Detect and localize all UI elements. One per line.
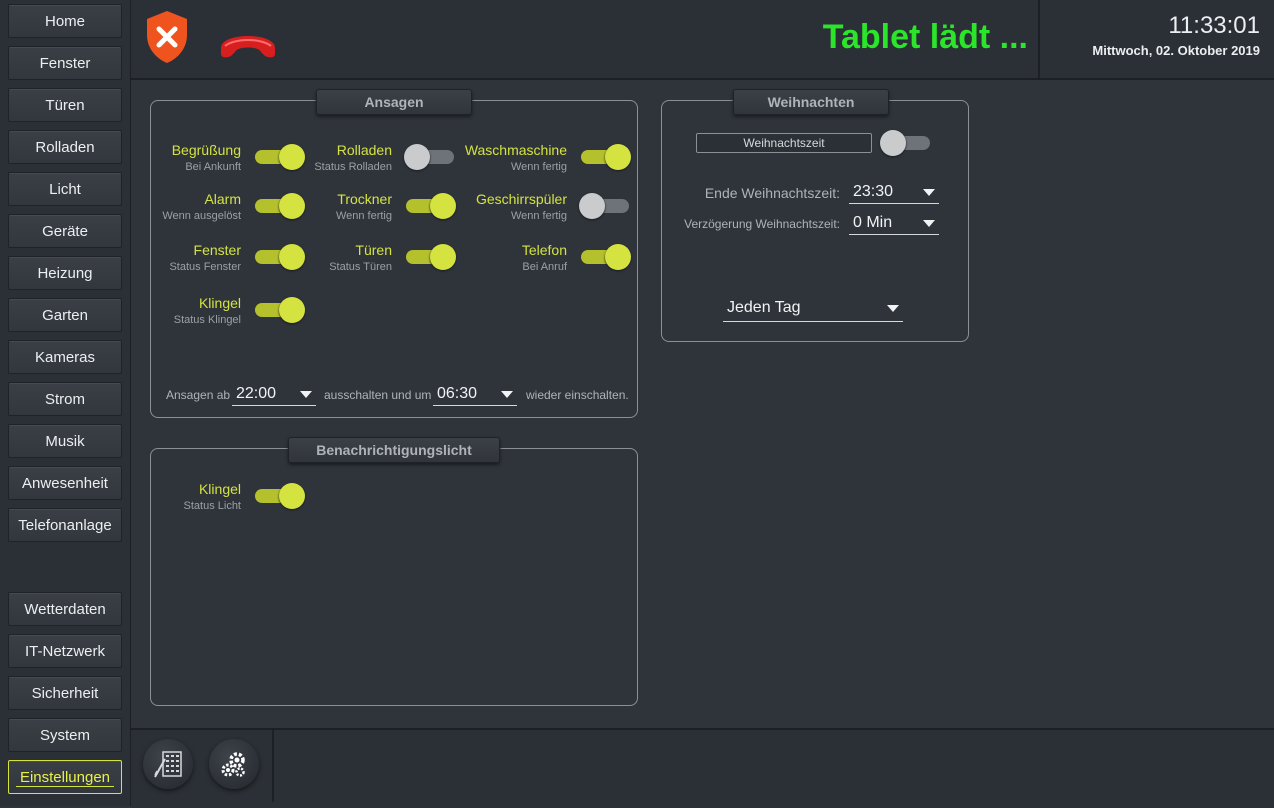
toggle-label-tueren: Türen Status Türen — [232, 242, 392, 273]
footer-divider — [272, 730, 274, 802]
toggle-waschmaschine[interactable] — [581, 144, 631, 170]
toggle-sub: Status Licht — [183, 500, 241, 512]
toggle-telefon[interactable] — [581, 244, 631, 270]
toggle-geschirrspueler[interactable] — [579, 193, 629, 219]
toggle-klingel[interactable] — [255, 297, 305, 323]
toggle-sub: Wenn fertig — [335, 210, 392, 222]
toggle-sub: Status Rolladen — [314, 161, 392, 173]
clock-time: 11:33:01 — [1168, 12, 1260, 39]
toggle-title: Telefon — [521, 242, 567, 258]
toggle-label-alarm: Alarm Wenn ausgelöst — [81, 191, 241, 222]
toggle-title: Klingel — [198, 295, 241, 311]
keypad-icon — [153, 749, 183, 784]
toggle-sub: Wenn ausgelöst — [162, 210, 241, 222]
shield-x-icon[interactable] — [143, 9, 191, 70]
chevron-down-icon — [887, 305, 899, 312]
toggle-title: Klingel — [198, 481, 241, 497]
toggle-label-begruessung: Begrüßung Bei Ankunft — [81, 142, 241, 173]
toggle-sub: Wenn fertig — [510, 161, 567, 173]
nav-home[interactable]: Home — [8, 4, 122, 38]
keypad-button[interactable] — [143, 739, 193, 789]
chevron-down-icon — [300, 391, 312, 398]
verzoegerung-value: 0 Min — [853, 214, 893, 231]
clock-box: 11:33:01 Mittwoch, 02. Oktober 2019 — [1038, 0, 1274, 78]
nav-it-netzwerk[interactable]: IT-Netzwerk — [8, 634, 122, 668]
weihnachten-title: Weihnachten — [733, 89, 889, 115]
weihnachtszeit-label: Weihnachtszeit — [696, 133, 872, 153]
nav-strom[interactable]: Strom — [8, 382, 122, 416]
toggle-sub: Status Türen — [329, 261, 392, 273]
toggle-title: Waschmaschine — [464, 142, 567, 158]
settings-button[interactable] — [209, 739, 259, 789]
toggle-title: Fenster — [193, 242, 241, 258]
toggle-label-rolladen: Rolladen Status Rolladen — [232, 142, 392, 173]
nav-kameras[interactable]: Kameras — [8, 340, 122, 374]
toggle-title: Rolladen — [336, 142, 392, 158]
nav-system[interactable]: System — [8, 718, 122, 752]
toggle-sub: Bei Anruf — [522, 261, 567, 273]
nav-sicherheit[interactable]: Sicherheit — [8, 676, 122, 710]
toggle-sub: Status Klingel — [173, 314, 241, 326]
schedule-from-value: 22:00 — [236, 385, 277, 402]
nav-fenster[interactable]: Fenster — [8, 46, 122, 80]
ende-select[interactable]: 23:30 — [849, 181, 939, 204]
sidebar: Home Fenster Türen Rolladen Licht Geräte… — [0, 0, 131, 806]
benachrichtigung-title: Benachrichtigungslicht — [288, 437, 500, 463]
tage-select[interactable]: Jeden Tag — [723, 297, 903, 322]
nav-einstellungen-label: Einstellungen — [15, 769, 115, 787]
nav-telefonanlage[interactable]: Telefonanlage — [8, 508, 122, 542]
schedule-to-value: 06:30 — [437, 385, 478, 402]
toggle-label-telefon: Telefon Bei Anruf — [407, 242, 567, 273]
toggle-label-waschmaschine: Waschmaschine Wenn fertig — [407, 142, 567, 173]
chevron-down-icon — [923, 220, 935, 227]
clock-date: Mittwoch, 02. Oktober 2019 — [1092, 43, 1260, 58]
verzoegerung-select[interactable]: 0 Min — [849, 212, 939, 235]
nav-wetterdaten[interactable]: Wetterdaten — [8, 592, 122, 626]
chevron-down-icon — [923, 189, 935, 196]
toggle-title: Türen — [355, 242, 392, 258]
toggle-label-geschirrspueler: Geschirrspüler Wenn fertig — [407, 191, 567, 222]
footer — [131, 728, 1274, 808]
chevron-down-icon — [501, 391, 513, 398]
toggle-title: Begrüßung — [171, 142, 241, 158]
toggle-label-trockner: Trockner Wenn fertig — [232, 191, 392, 222]
schedule-from-select[interactable]: 22:00 — [232, 383, 316, 406]
toggle-title: Geschirrspüler — [475, 191, 567, 207]
toggle-sub: Bei Ankunft — [185, 161, 241, 173]
benachrichtigung-panel: Benachrichtigungslicht Klingel Status Lic… — [150, 437, 638, 706]
toggle-label-fenster: Fenster Status Fenster — [81, 242, 241, 273]
toggle-weihnachtszeit[interactable] — [880, 130, 930, 156]
schedule-prefix: Ansagen ab — [166, 388, 231, 402]
verzoegerung-label: Verzögerung Weihnachtszeit: — [684, 217, 840, 231]
toggle-title: Alarm — [204, 191, 241, 207]
nav-tueren[interactable]: Türen — [8, 88, 122, 122]
ansagen-title: Ansagen — [316, 89, 472, 115]
gears-icon — [219, 749, 249, 784]
toggle-title: Trockner — [337, 191, 392, 207]
ende-label: Ende Weihnachtszeit: — [704, 185, 840, 201]
toggle-label-klingel-licht: Klingel Status Licht — [81, 481, 241, 512]
header: Tablet lädt ... 11:33:01 Mittwoch, 02. O… — [131, 0, 1274, 80]
tage-value: Jeden Tag — [727, 299, 801, 316]
weihnachten-panel: Weihnachten Weihnachtszeit Ende Weihnach… — [661, 89, 969, 342]
schedule-to-select[interactable]: 06:30 — [433, 383, 517, 406]
toggle-sub: Wenn fertig — [510, 210, 567, 222]
phone-hangup-icon[interactable] — [217, 28, 279, 67]
toggle-klingel-licht[interactable] — [255, 483, 305, 509]
nav-einstellungen[interactable]: Einstellungen — [8, 760, 122, 794]
status-text: Tablet lädt ... — [822, 18, 1028, 56]
ansagen-panel: Ansagen Begrüßung Bei Ankunft Rolladen Sta… — [150, 89, 638, 418]
ende-value: 23:30 — [853, 183, 894, 200]
schedule-suffix: wieder einschalten. — [526, 388, 629, 402]
nav-musik[interactable]: Musik — [8, 424, 122, 458]
toggle-label-klingel: Klingel Status Klingel — [81, 295, 241, 326]
toggle-sub: Status Fenster — [169, 261, 241, 273]
schedule-middle: ausschalten und um — [324, 388, 432, 402]
